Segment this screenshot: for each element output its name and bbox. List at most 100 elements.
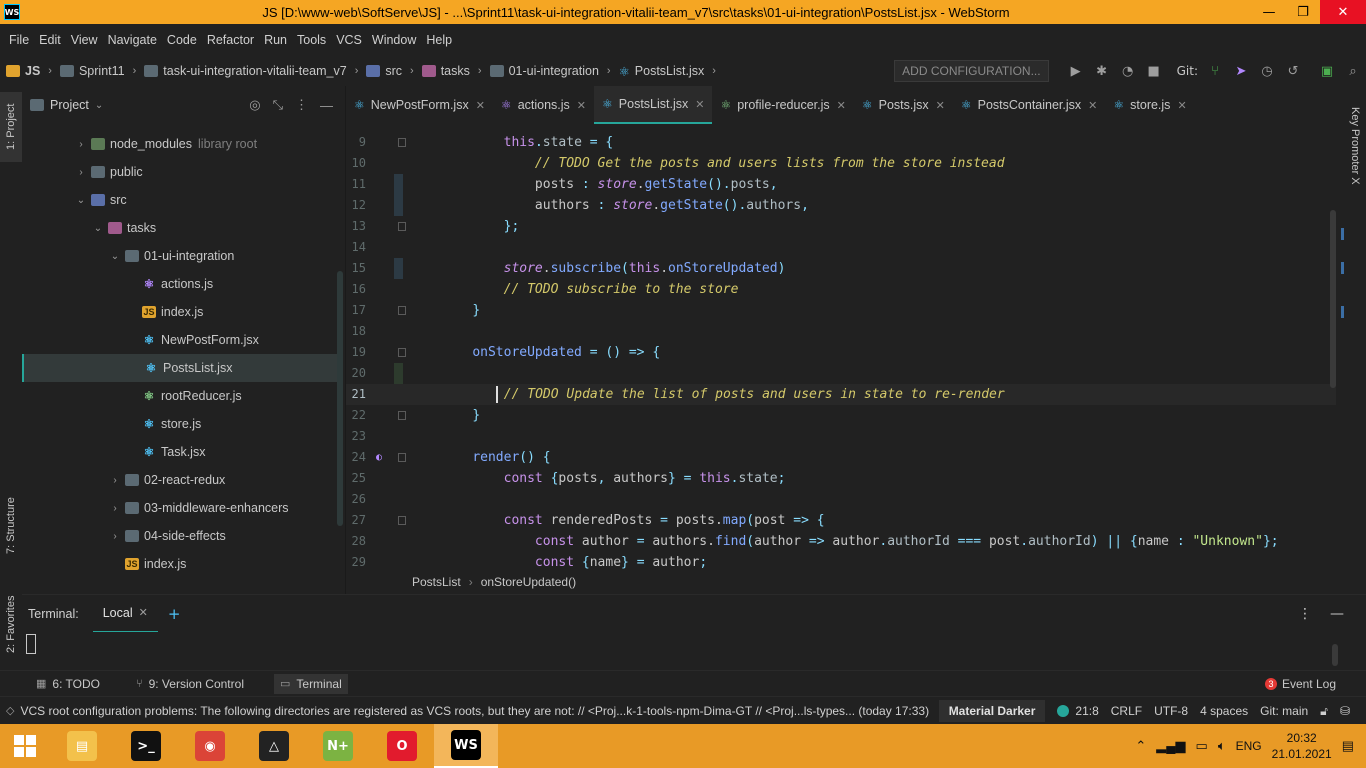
- breadcrumb-file[interactable]: ⚛ PostsList.jsx ›: [619, 64, 724, 79]
- editor-tab[interactable]: ⚛ PostsContainer.jsx ✕: [953, 86, 1106, 124]
- taskbar-file-explorer[interactable]: ▤: [50, 724, 114, 768]
- tree-item[interactable]: ⌄ tasks: [22, 214, 342, 242]
- change-marker[interactable]: [1341, 306, 1344, 318]
- breadcrumb-class[interactable]: PostsList: [412, 575, 461, 589]
- tree-item[interactable]: ⚛ Task.jsx: [22, 438, 342, 466]
- code-line[interactable]: 18: [346, 321, 1336, 342]
- change-marker[interactable]: [1341, 228, 1344, 240]
- line-number[interactable]: 29: [346, 552, 366, 570]
- more-options-icon[interactable]: ⋮: [295, 97, 308, 113]
- tree-item[interactable]: ⚛ store.js: [22, 410, 342, 438]
- tree-item[interactable]: ⚛ actions.js: [22, 270, 342, 298]
- change-marker[interactable]: [394, 174, 403, 195]
- taskbar-opera[interactable]: O: [370, 724, 434, 768]
- terminal-content[interactable]: [22, 632, 1344, 670]
- hide-panel-icon[interactable]: —: [320, 98, 333, 113]
- chevron-down-icon[interactable]: ⌄: [108, 251, 122, 262]
- line-number[interactable]: 10: [346, 153, 366, 174]
- history-icon[interactable]: ◷: [1254, 64, 1280, 79]
- tree-item[interactable]: ⌄ src: [22, 186, 342, 214]
- code-line[interactable]: 25 const {posts, authors} = this.state;: [346, 468, 1336, 489]
- chevron-up-icon[interactable]: ⌃: [1135, 738, 1146, 754]
- indent-setting[interactable]: 4 spaces: [1200, 704, 1248, 718]
- code-line[interactable]: 10 // TODO Get the posts and users lists…: [346, 153, 1336, 174]
- tree-item[interactable]: ⚛ PostsList.jsx: [22, 354, 342, 382]
- close-icon[interactable]: ✕: [577, 99, 586, 112]
- fold-icon[interactable]: [398, 348, 406, 357]
- breadcrumb-ui-integration[interactable]: 01-ui-integration ›: [489, 64, 619, 78]
- tree-item[interactable]: › 02-react-redux: [22, 466, 342, 494]
- line-number[interactable]: 22: [346, 405, 366, 426]
- fold-icon[interactable]: [398, 516, 406, 525]
- expand-icon[interactable]: ◇: [6, 704, 14, 717]
- file-encoding[interactable]: UTF-8: [1154, 704, 1188, 718]
- menu-view[interactable]: View: [66, 33, 103, 47]
- chevron-right-icon[interactable]: ›: [108, 503, 122, 514]
- code-line[interactable]: 28 const author = authors.find(author =>…: [346, 531, 1336, 552]
- line-number[interactable]: 14: [346, 237, 366, 258]
- stop-icon[interactable]: ■: [1141, 64, 1167, 79]
- tree-item[interactable]: ⚛ NewPostForm.jsx: [22, 326, 342, 354]
- add-configuration-button[interactable]: ADD CONFIGURATION...: [894, 60, 1049, 82]
- chevron-down-icon[interactable]: ⌄: [95, 100, 103, 111]
- change-marker[interactable]: [394, 363, 403, 384]
- chevron-right-icon[interactable]: ›: [108, 475, 122, 486]
- project-tool-tab[interactable]: 1: Project: [0, 92, 22, 162]
- signal-icon[interactable]: ▂▄▆: [1156, 738, 1185, 754]
- line-number[interactable]: 25: [346, 468, 366, 489]
- theme-indicator[interactable]: Material Darker: [938, 700, 1046, 722]
- menu-window[interactable]: Window: [367, 33, 421, 47]
- code-line[interactable]: 24 ◐ render() {: [346, 447, 1336, 468]
- memory-icon[interactable]: ⛁: [1340, 704, 1350, 718]
- git-push-icon[interactable]: ➤: [1228, 64, 1254, 79]
- menu-help[interactable]: Help: [421, 33, 457, 47]
- code-editor[interactable]: 9 this.state = {10 // TODO Get the posts…: [346, 124, 1344, 570]
- chevron-right-icon[interactable]: ›: [74, 139, 88, 150]
- favorites-tool-tab[interactable]: 2: Favorites: [0, 584, 22, 664]
- code-line[interactable]: 23: [346, 426, 1336, 447]
- change-marker[interactable]: [1341, 262, 1344, 274]
- code-line[interactable]: 13 };: [346, 216, 1336, 237]
- line-separator[interactable]: CRLF: [1111, 704, 1142, 718]
- git-update-icon[interactable]: ⑂: [1202, 64, 1228, 79]
- close-icon[interactable]: ✕: [936, 99, 945, 112]
- fold-icon[interactable]: [398, 453, 406, 462]
- editor-tab[interactable]: ⚛ profile-reducer.js ✕: [712, 86, 853, 124]
- tree-item[interactable]: › 04-side-effects: [22, 522, 342, 550]
- editor-tab[interactable]: ⚛ NewPostForm.jsx ✕: [346, 86, 493, 124]
- line-number[interactable]: 26: [346, 489, 366, 510]
- code-line[interactable]: 20: [346, 363, 1336, 384]
- menu-run[interactable]: Run: [259, 33, 292, 47]
- breadcrumb-tasks[interactable]: tasks ›: [421, 64, 490, 78]
- close-icon[interactable]: ✕: [476, 99, 485, 112]
- code-line[interactable]: 17 }: [346, 300, 1336, 321]
- start-button[interactable]: [0, 724, 50, 768]
- breadcrumb-method[interactable]: onStoreUpdated(): [481, 575, 576, 589]
- line-number[interactable]: 15: [346, 258, 366, 279]
- code-line[interactable]: 14: [346, 237, 1336, 258]
- git-branch[interactable]: Git: main: [1260, 704, 1308, 718]
- version-control-tool-button[interactable]: ⑂ 9: Version Control: [130, 674, 250, 694]
- tree-item[interactable]: › node_modules library root: [22, 130, 342, 158]
- change-marker[interactable]: [394, 195, 403, 216]
- search-icon[interactable]: ⌕: [1340, 64, 1366, 79]
- editor-tab[interactable]: ⚛ Posts.jsx ✕: [854, 86, 953, 124]
- volume-icon[interactable]: 🔈︎: [1218, 738, 1226, 754]
- terminal-scrollbar[interactable]: [1332, 644, 1338, 666]
- menu-tools[interactable]: Tools: [292, 33, 331, 47]
- run-icon[interactable]: ▶: [1063, 64, 1089, 79]
- battery-icon[interactable]: ▭: [1196, 738, 1208, 754]
- line-number[interactable]: 17: [346, 300, 366, 321]
- close-icon[interactable]: ✕: [1088, 99, 1097, 112]
- new-terminal-button[interactable]: +: [168, 605, 181, 623]
- more-options-icon[interactable]: ⋮: [1298, 606, 1312, 622]
- close-button[interactable]: ✕: [1320, 0, 1366, 24]
- rollback-icon[interactable]: ↺: [1280, 64, 1306, 79]
- structure-tool-tab[interactable]: 7: Structure: [0, 486, 22, 566]
- taskbar-notepad-plus[interactable]: N+: [306, 724, 370, 768]
- project-scrollbar[interactable]: [337, 271, 343, 526]
- chevron-down-icon[interactable]: ⌄: [91, 223, 105, 234]
- menu-refactor[interactable]: Refactor: [202, 33, 259, 47]
- fold-icon[interactable]: [398, 411, 406, 420]
- minimize-button[interactable]: —: [1252, 0, 1286, 24]
